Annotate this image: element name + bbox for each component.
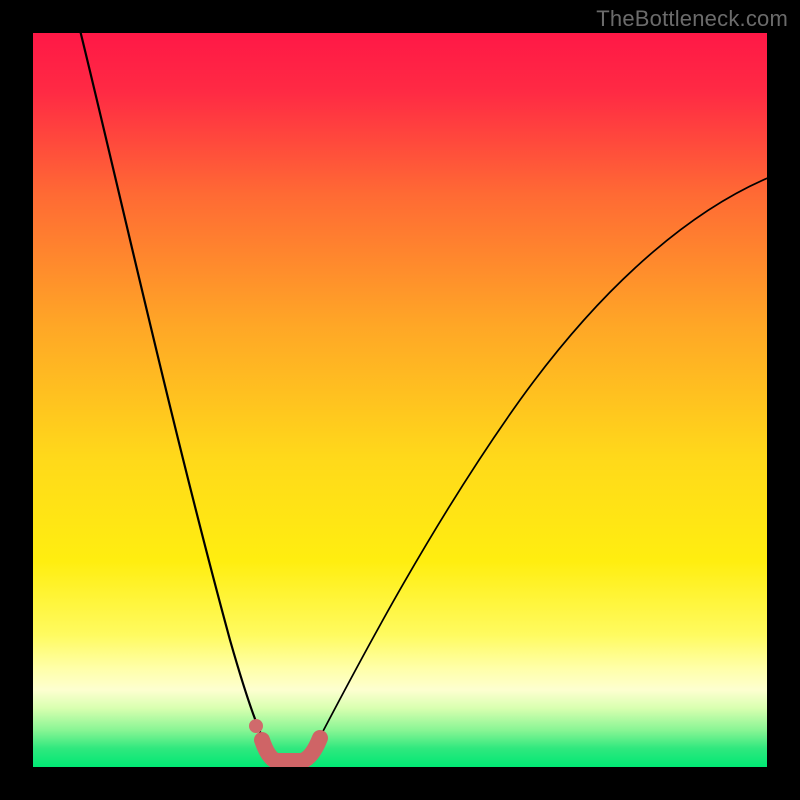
watermark-text: TheBottleneck.com: [596, 6, 788, 32]
optimum-dot: [249, 719, 263, 733]
bottleneck-chart: [0, 0, 800, 800]
plot-background: [33, 33, 767, 767]
chart-frame: TheBottleneck.com: [0, 0, 800, 800]
